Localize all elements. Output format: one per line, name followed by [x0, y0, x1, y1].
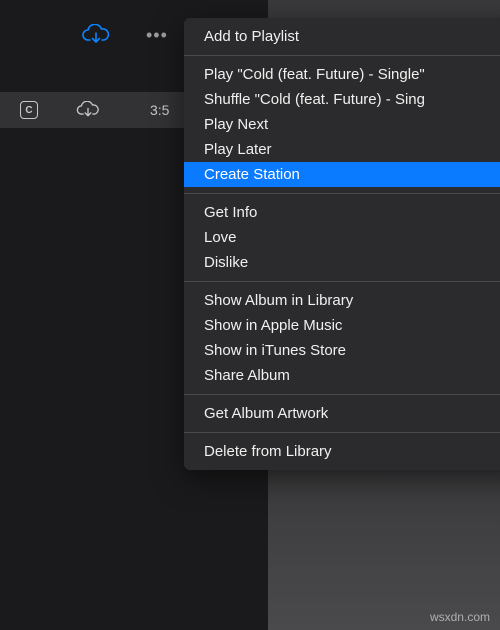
context-menu: Add to Playlist Play "Cold (feat. Future)…	[184, 18, 500, 470]
watermark: wsxdn.com	[430, 610, 490, 624]
menu-separator	[184, 281, 500, 282]
menu-item[interactable]: Play "Cold (feat. Future) - Single"	[184, 62, 500, 87]
menu-item[interactable]: Love	[184, 225, 500, 250]
menu-item[interactable]: Play Later	[184, 137, 500, 162]
menu-separator	[184, 55, 500, 56]
menu-item[interactable]: Shuffle "Cold (feat. Future) - Sing	[184, 87, 500, 112]
menu-item[interactable]: Share Album	[184, 363, 500, 388]
menu-item[interactable]: Play Next	[184, 112, 500, 137]
menu-item[interactable]: Get Info	[184, 200, 500, 225]
menu-item[interactable]: Get Album Artwork	[184, 401, 500, 426]
menu-item[interactable]: Show in iTunes Store	[184, 338, 500, 363]
explicit-badge: C	[20, 101, 38, 119]
more-options-icon[interactable]: •••	[146, 25, 168, 46]
menu-item[interactable]: Dislike	[184, 250, 500, 275]
header-controls: •••	[82, 24, 168, 46]
menu-item[interactable]: Delete from Library	[184, 439, 500, 464]
track-duration: 3:5	[150, 102, 169, 118]
menu-item[interactable]: Add to Playlist	[184, 24, 500, 49]
menu-separator	[184, 432, 500, 433]
menu-item[interactable]: Show Album in Library	[184, 288, 500, 313]
menu-item[interactable]: Show in Apple Music	[184, 313, 500, 338]
menu-separator	[184, 193, 500, 194]
menu-item[interactable]: Create Station	[184, 162, 500, 187]
menu-separator	[184, 394, 500, 395]
cloud-download-icon[interactable]	[82, 24, 110, 46]
cloud-status-icon[interactable]	[76, 101, 100, 119]
